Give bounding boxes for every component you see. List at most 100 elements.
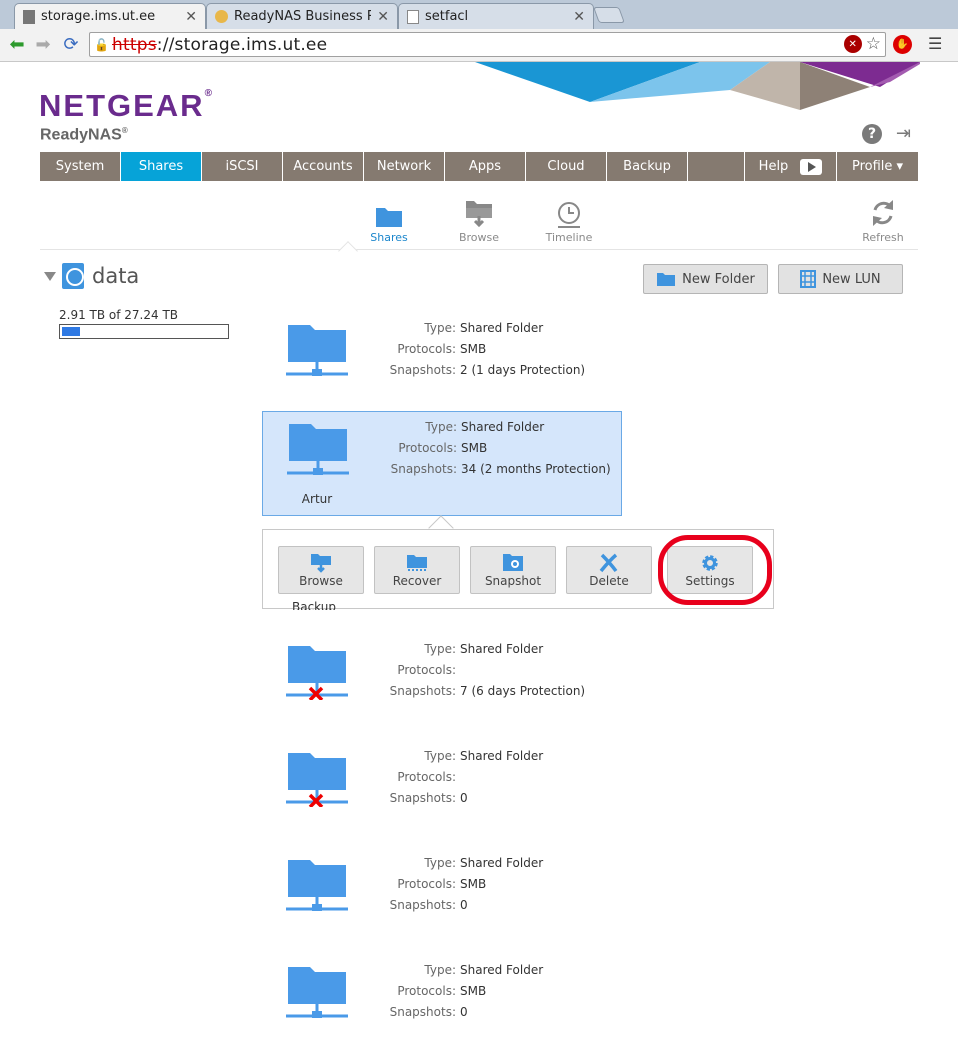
type-value: Shared Folder	[460, 963, 544, 977]
nav-label: Help	[758, 159, 789, 174]
close-icon[interactable]: ✕	[185, 9, 197, 25]
nav-label: Profile ▾	[851, 159, 904, 174]
type-label: Type:	[424, 321, 456, 335]
reload-icon[interactable]: ⟳	[60, 33, 82, 55]
brand-text: NETGEAR	[39, 88, 205, 123]
protocols-label: Protocols:	[397, 770, 456, 784]
nav-label: Accounts	[293, 159, 353, 174]
collapse-triangle-icon[interactable]	[44, 271, 56, 281]
nav-iscsi[interactable]: iSCSI	[202, 152, 283, 181]
snapshots-value: 0	[460, 1005, 468, 1019]
menu-icon[interactable]: ☰	[928, 34, 942, 53]
volume-header[interactable]: data	[44, 263, 139, 289]
folder-icon	[349, 190, 429, 228]
type-value: Shared Folder	[460, 749, 544, 763]
blocked-icon[interactable]: ✕	[843, 35, 862, 53]
browse-folder-icon	[310, 552, 332, 574]
nav-cloud[interactable]: Cloud	[526, 152, 607, 181]
network-folder-icon	[286, 967, 348, 1018]
nav-network[interactable]: Network	[364, 152, 445, 181]
recover-label: Recover	[392, 574, 442, 588]
play-video-icon[interactable]	[800, 158, 823, 175]
network-folder-icon	[287, 424, 349, 475]
adblock-icon[interactable]: ✋	[893, 35, 912, 54]
forward-arrow-icon[interactable]: ➡	[32, 33, 54, 55]
lun-icon	[800, 270, 817, 288]
type-label: Type:	[425, 420, 457, 434]
refresh-icon	[843, 190, 923, 228]
new-lun-label: New LUN	[822, 271, 881, 287]
new-tab-button[interactable]	[593, 7, 625, 23]
snapshot-button[interactable]: Snapshot	[470, 546, 556, 594]
back-arrow-icon[interactable]: ⬅	[6, 33, 28, 55]
share-row[interactable]: Artur Type: Shared Folder Protocols: SMB Snap…	[262, 411, 622, 516]
type-label: Type:	[424, 856, 456, 870]
browser-tab-storage[interactable]: storage.ims.ut.ee ✕	[14, 3, 206, 29]
share-name: Artur	[301, 492, 333, 506]
browser-tab-setfacl[interactable]: setfacl ✕	[398, 3, 594, 29]
browse-button[interactable]: Browse	[278, 546, 364, 594]
type-value: Shared Folder	[460, 856, 544, 870]
close-icon[interactable]: ✕	[377, 9, 389, 25]
share-row[interactable]: Type: Shared Folder Protocols: SMB Snapshots…	[262, 848, 622, 953]
url-host: ://storage.ims.ut.ee	[156, 34, 328, 55]
snapshots-value: 2 (1 days Protection)	[460, 363, 586, 377]
protocols-value: SMB	[460, 984, 487, 998]
logout-icon[interactable]: ⇥	[896, 124, 911, 144]
snapshots-label: Snapshots:	[389, 791, 456, 805]
volume-name: data	[92, 264, 140, 288]
nav-shares[interactable]: Shares	[121, 152, 202, 181]
nav-apps[interactable]: Apps	[445, 152, 526, 181]
nav-backup[interactable]: Backup	[607, 152, 688, 181]
browse-label: Browse	[299, 574, 343, 588]
nav-label: Apps	[468, 159, 502, 174]
capacity-bar	[59, 324, 229, 339]
nav-label: Shares	[138, 159, 184, 174]
snapshots-value: 7 (6 days Protection)	[460, 684, 586, 698]
network-folder-icon	[286, 325, 348, 376]
nav-blank	[688, 152, 745, 181]
snapshots-label: Snapshots:	[389, 898, 456, 912]
url-text[interactable]: https://storage.ims.ut.ee	[112, 35, 327, 55]
protocols-label: Protocols:	[397, 877, 456, 891]
folder-icon	[657, 273, 676, 286]
subnav-timeline[interactable]: Timeline	[529, 190, 609, 244]
type-value: Shared Folder	[460, 642, 544, 656]
help-icon[interactable]: ?	[862, 124, 882, 144]
nav-help[interactable]: Help	[745, 152, 837, 181]
share-row[interactable]: Type: Shared Folder Protocols: Snapshots: 0	[262, 741, 622, 846]
nav-profile[interactable]: Profile ▾	[837, 152, 918, 181]
nav-label: Network	[376, 159, 432, 174]
nav-accounts[interactable]: Accounts	[283, 152, 364, 181]
header-banner-graphic	[470, 62, 920, 110]
insecure-lock-icon: 🔓	[94, 37, 109, 52]
share-row[interactable]: Type: Shared Folder Protocols: SMB Snapshots…	[262, 313, 622, 418]
refresh-button[interactable]: Refresh	[843, 190, 923, 244]
share-properties: Type: Shared Folder Protocols: SMB Snapshots…	[372, 318, 586, 381]
nav-system[interactable]: System	[40, 152, 121, 181]
share-row[interactable]: Type: Shared Folder Protocols: Snapshots: 7 …	[262, 634, 622, 739]
share-row[interactable]: Type: Shared Folder Protocols: SMB Snapshots…	[262, 955, 622, 1048]
delete-label: Delete	[589, 574, 629, 588]
volume-icon	[62, 263, 84, 289]
subnav-browse[interactable]: Browse	[439, 190, 519, 244]
tab-title: setfacl	[425, 9, 469, 24]
subnav-label: Browse	[458, 231, 500, 244]
browser-toolbar: ⬅ ➡ ⟳ 🔓 https://storage.ims.ut.ee ✕ ☆ ✋ …	[0, 29, 958, 62]
protocols-label: Protocols:	[397, 984, 456, 998]
star-icon[interactable]: ☆	[866, 35, 881, 53]
subnav-label: Timeline	[545, 231, 593, 244]
nav-label: Backup	[623, 159, 671, 174]
subnav-shares[interactable]: Shares	[349, 190, 429, 244]
address-bar[interactable]: 🔓 https://storage.ims.ut.ee ✕ ☆	[89, 32, 886, 57]
protocols-label: Protocols:	[397, 663, 456, 677]
snapshots-label: Snapshots:	[389, 684, 456, 698]
new-lun-button[interactable]: New LUN	[778, 264, 903, 294]
recover-button[interactable]: Recover	[374, 546, 460, 594]
new-folder-button[interactable]: New Folder	[643, 264, 768, 294]
browser-tab-readynas[interactable]: ReadyNAS Business Rac ✕	[206, 3, 398, 29]
delete-button[interactable]: Delete	[566, 546, 652, 594]
close-icon[interactable]: ✕	[573, 9, 585, 25]
browse-folder-icon	[439, 190, 519, 228]
new-folder-label: New Folder	[682, 271, 755, 287]
